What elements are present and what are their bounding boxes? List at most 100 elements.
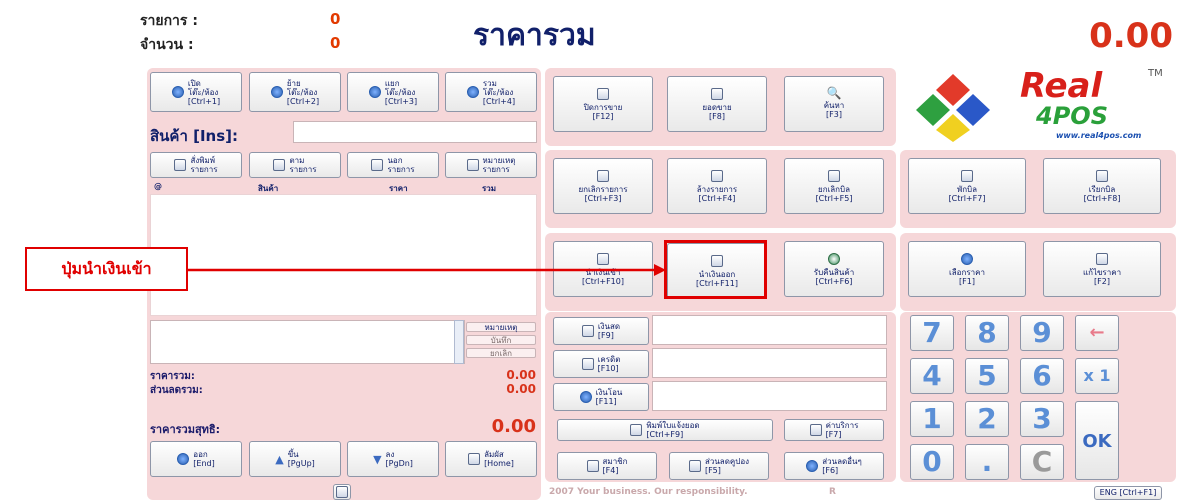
coupon-discount-button[interactable]: ส่วนลดคูปอง [F5]	[669, 452, 769, 480]
logo-4pos: 4POS	[1036, 102, 1108, 130]
key-5[interactable]: 5	[965, 358, 1009, 394]
split-table-button[interactable]: แยก โต๊ะ/ห้อง [Ctrl+3]	[347, 72, 439, 112]
ok-key[interactable]: OK	[1075, 401, 1119, 480]
discount-icon	[806, 460, 819, 472]
order-table-header: @ สินค้า ราคา รวม	[150, 182, 537, 194]
user-icon	[336, 486, 348, 498]
key-3[interactable]: 3	[1020, 401, 1064, 437]
cash-icon	[581, 325, 594, 337]
highlight-box	[664, 240, 767, 299]
move-table-button[interactable]: ย้าย โต๊ะ/ห้อง [Ctrl+2]	[249, 72, 341, 112]
edit-icon	[371, 159, 384, 171]
outside-item-button[interactable]: นอก รายการ	[347, 152, 439, 178]
hold-bill-icon	[961, 169, 973, 182]
key-0[interactable]: 0	[910, 444, 954, 480]
page-title: ราคารวม	[473, 18, 596, 53]
printer-icon	[174, 159, 187, 171]
arrow-down-icon: ▼	[373, 452, 382, 466]
open-table-icon	[171, 86, 184, 98]
subtotal-label: ราคารวม:	[150, 371, 195, 382]
move-table-icon	[270, 86, 283, 98]
merge-table-icon	[466, 86, 479, 98]
clear-key[interactable]: C	[1020, 444, 1064, 480]
logo-real: Real	[1020, 66, 1103, 106]
item-note-button[interactable]: หมายเหตุ รายการ	[445, 152, 537, 178]
product-input[interactable]	[293, 121, 537, 143]
hold-bill-button[interactable]: พักบิล [Ctrl+F7]	[908, 158, 1026, 214]
cancel-button[interactable]: ยกเลิก	[466, 348, 536, 358]
search-button[interactable]: 🔍 ค้นหา [F3]	[784, 76, 884, 132]
print-order-button[interactable]: สั่งพิมพ์ รายการ	[150, 152, 242, 178]
key-9[interactable]: 9	[1020, 315, 1064, 351]
receipt-icon	[597, 87, 609, 100]
transfer-button[interactable]: เงินโอน [F11]	[553, 383, 649, 411]
save-button[interactable]: บันทึก	[466, 335, 536, 345]
language-button[interactable]: ENG [Ctrl+F1]	[1094, 486, 1162, 500]
print-bill-button[interactable]: พิมพ์ใบแจ้งยอด [Ctrl+F9]	[557, 419, 773, 441]
recall-bill-button[interactable]: เรียกบิล [Ctrl+F8]	[1043, 158, 1161, 214]
cash-amount-field[interactable]	[652, 315, 887, 345]
order-list[interactable]	[150, 194, 537, 316]
merge-table-button[interactable]: รวม โต๊ะ/ห้อง [Ctrl+4]	[445, 72, 537, 112]
follow-order-button[interactable]: ตาม รายการ	[249, 152, 341, 178]
discount-label: ส่วนลดรวม:	[150, 385, 203, 396]
key-7[interactable]: 7	[910, 315, 954, 351]
multiply-key[interactable]: x 1	[1075, 358, 1119, 394]
clear-items-button[interactable]: ล้างรายการ [Ctrl+F4]	[667, 158, 767, 214]
other-discount-button[interactable]: ส่วนลดอื่นๆ [F6]	[784, 452, 884, 480]
items-label: รายการ :	[140, 13, 198, 29]
logo-tm: TM	[1148, 68, 1163, 79]
logo-url: www.real4pos.com	[1056, 131, 1142, 140]
split-table-icon	[368, 86, 381, 98]
clear-icon	[711, 169, 723, 182]
member-icon	[586, 460, 599, 472]
net-total-label: ราคารวมสุทธิ:	[150, 423, 221, 436]
key-6[interactable]: 6	[1020, 358, 1064, 394]
recall-bill-icon	[1096, 169, 1108, 182]
page-down-button[interactable]: ▼ ลง [PgDn]	[347, 441, 439, 477]
cancel-item-button[interactable]: ยกเลิกรายการ [Ctrl+F3]	[553, 158, 653, 214]
transfer-icon	[579, 391, 592, 403]
cancel-bill-button[interactable]: ยกเลิกบิล [Ctrl+F5]	[784, 158, 884, 214]
note-textarea[interactable]	[150, 320, 465, 364]
note-scrollbar[interactable]	[454, 320, 464, 364]
open-table-button[interactable]: เปิด โต๊ะ/ห้อง [Ctrl+1]	[150, 72, 242, 112]
key-1[interactable]: 1	[910, 401, 954, 437]
credit-button[interactable]: เครดิต [F10]	[553, 350, 649, 378]
touch-button[interactable]: ลัมผัส [Home]	[445, 441, 537, 477]
key-4[interactable]: 4	[910, 358, 954, 394]
key-8[interactable]: 8	[965, 315, 1009, 351]
select-price-button[interactable]: เลือกราคา [F1]	[908, 241, 1026, 297]
touch-icon	[468, 453, 481, 465]
net-total-value: 0.00	[491, 416, 536, 437]
subtotal-value: 0.00	[506, 368, 536, 382]
edit-price-button[interactable]: แก้ไขราคา [F2]	[1043, 241, 1161, 297]
printer-icon	[630, 424, 643, 436]
cash-button[interactable]: เงินสด [F9]	[553, 317, 649, 345]
transfer-amount-field[interactable]	[652, 381, 887, 411]
service-charge-button[interactable]: ค่าบริการ [F7]	[784, 419, 884, 441]
exit-button[interactable]: ออก [End]	[150, 441, 242, 477]
select-price-icon	[961, 252, 973, 265]
footer-r: R	[829, 487, 836, 497]
decimal-key[interactable]: .	[965, 444, 1009, 480]
key-2[interactable]: 2	[965, 401, 1009, 437]
logo-diamonds-icon	[916, 74, 990, 142]
note-button[interactable]: หมายเหตุ	[466, 322, 536, 332]
search-icon: 🔍	[826, 86, 842, 100]
user-button[interactable]	[333, 484, 351, 500]
credit-card-icon	[581, 358, 594, 370]
credit-amount-field[interactable]	[652, 348, 887, 378]
member-button[interactable]: สมาชิก [F4]	[557, 452, 657, 480]
return-icon	[828, 252, 840, 265]
quantity-label: จำนวน :	[140, 37, 194, 53]
column-at: @	[154, 182, 162, 191]
return-goods-button[interactable]: รับคืนสินค้า [Ctrl+F6]	[784, 241, 884, 297]
close-sale-button[interactable]: ปิดการขาย [F12]	[553, 76, 653, 132]
page-up-button[interactable]: ▲ ขึ้น [PgUp]	[249, 441, 341, 477]
discount-value: 0.00	[506, 382, 536, 396]
sales-total-button[interactable]: ยอดขาย [F8]	[667, 76, 767, 132]
backspace-key[interactable]: ←	[1075, 315, 1119, 351]
calculator-icon	[1096, 252, 1108, 265]
annotation-callout: ปุ่มนำเงินเข้า	[25, 247, 188, 291]
